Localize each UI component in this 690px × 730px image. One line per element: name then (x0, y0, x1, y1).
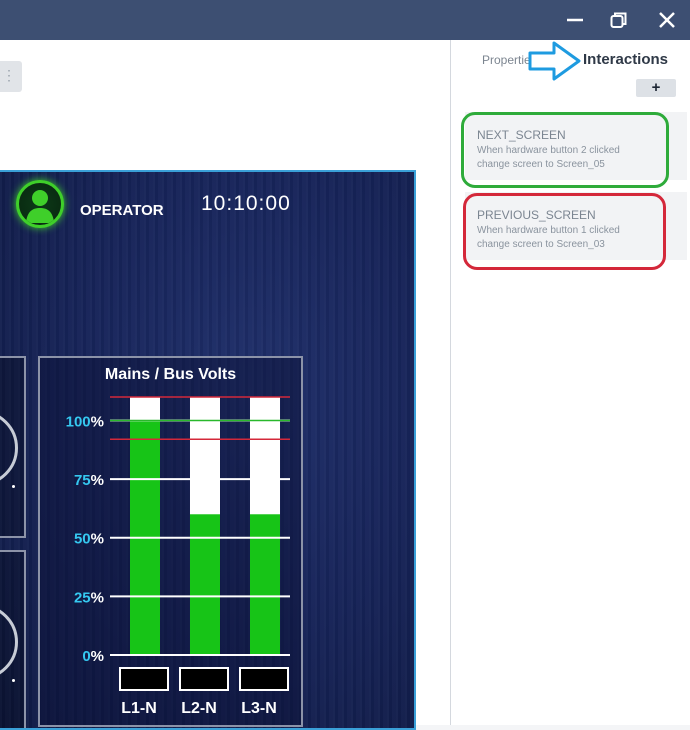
interaction-previous-screen[interactable]: PREVIOUS_SCREEN When hardware button 1 c… (465, 192, 687, 260)
title-bar (0, 0, 690, 40)
y-tick-number: 100 (66, 413, 91, 430)
value-box (239, 667, 289, 691)
interaction-description: When hardware button 2 clicked change sc… (477, 145, 620, 170)
restore-icon[interactable] (606, 8, 632, 32)
clock-display: 10:10:00 (201, 192, 291, 215)
value-box (119, 667, 169, 691)
add-interaction-button[interactable]: + (636, 79, 676, 97)
toolbar-chip[interactable]: ⋮ (0, 61, 22, 92)
y-tick-unit: % (91, 413, 104, 430)
y-tick-label: 50% (74, 531, 104, 548)
bus-volts-chart-panel: Mains / Bus Volts L1-N L2-N L3-N 0% 25% 50% 75… (38, 356, 303, 727)
minimize-icon[interactable] (562, 8, 588, 32)
y-tick-label: 75% (74, 472, 104, 489)
gauge-panel (0, 550, 26, 728)
gauge-dial (0, 604, 18, 680)
operator-avatar-icon (16, 180, 64, 228)
operator-label: OPERATOR (80, 202, 164, 219)
y-tick-unit: % (91, 472, 104, 489)
category-label: L3-N (241, 700, 277, 717)
gauge-dot (12, 679, 15, 682)
y-tick-label: 100% (66, 413, 104, 430)
bar-l2-n (190, 514, 220, 655)
interaction-description: When hardware button 1 clicked change sc… (477, 225, 620, 250)
value-box (179, 667, 229, 691)
interaction-next-screen[interactable]: NEXT_SCREEN When hardware button 2 click… (465, 112, 687, 180)
gauge-dot (12, 485, 15, 488)
y-tick-unit: % (91, 648, 104, 665)
hmi-screen[interactable]: OPERATOR 10:10:00 Mains / Bus Volts L1-N… (0, 170, 416, 730)
interaction-name: NEXT_SCREEN (477, 128, 566, 142)
y-tick-number: 75 (74, 472, 91, 489)
y-tick-label: 25% (74, 589, 104, 606)
gauge-panel (0, 356, 26, 538)
y-tick-number: 0 (82, 648, 90, 665)
bus-volts-chart: L1-N L2-N L3-N0%25%50%75%100% (66, 396, 290, 717)
y-tick-unit: % (91, 531, 104, 548)
y-tick-unit: % (91, 589, 104, 606)
bar-l3-n (250, 514, 280, 655)
right-panel: Properties Interactions + NEXT_SCREEN Wh… (450, 40, 690, 725)
tab-interactions[interactable]: Interactions (583, 51, 668, 68)
interaction-name: PREVIOUS_SCREEN (477, 208, 596, 222)
y-tick-label: 0% (82, 648, 104, 665)
design-canvas[interactable]: ⋮ OPERATOR 10:10:00 Mains / Bus Volts L1… (0, 40, 450, 730)
chip-glyph-icon: ⋮ (2, 67, 16, 83)
y-tick-number: 50 (74, 531, 91, 548)
category-label: L2-N (181, 700, 217, 717)
y-tick-number: 25 (74, 589, 91, 606)
category-label: L1-N (121, 700, 157, 717)
gauge-dial (0, 410, 18, 486)
arrow-right-icon (528, 41, 581, 81)
close-icon[interactable] (654, 8, 680, 32)
